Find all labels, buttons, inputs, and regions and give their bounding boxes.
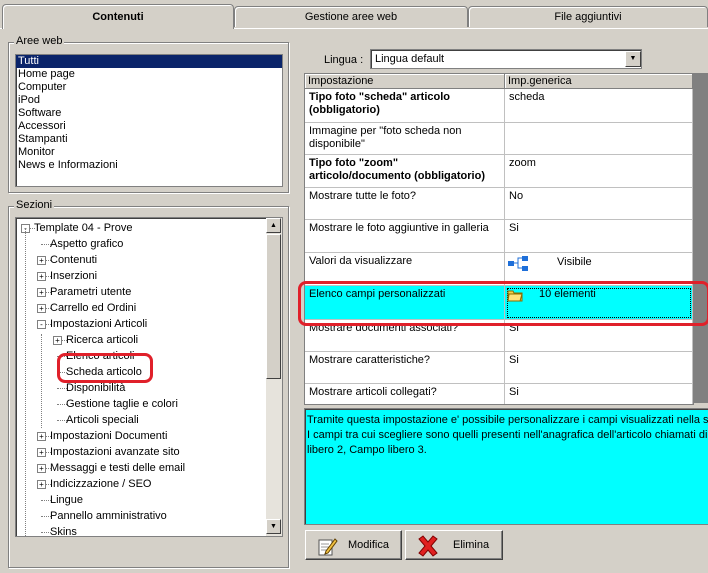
description-line: libero 2, Campo libero 3. [307,444,427,456]
scroll-down-button[interactable]: ▼ [266,519,281,534]
expand-icon[interactable]: + [37,304,46,313]
setting-name[interactable]: Valori da visualizzare [305,253,505,286]
setting-name[interactable]: Mostrare articoli collegati? [305,384,505,404]
column-header-imp-generica[interactable]: Imp.generica [505,74,693,89]
setting-value[interactable]: Visibile [505,253,693,286]
tree-item[interactable]: Lingue [50,492,83,508]
aree-web-item[interactable]: Home page [16,68,282,81]
lingua-select[interactable]: Lingua default ▼ [370,49,642,69]
tree-item[interactable]: Ricerca articoli [66,332,138,348]
expand-icon[interactable]: + [53,336,62,345]
sezioni-tree[interactable]: - Template 04 - Prove Aspetto grafico + Cont… [15,217,283,537]
tab-gestione-aree-web[interactable]: Gestione aree web [234,6,468,27]
aree-web-item[interactable]: Computer [16,81,282,94]
aree-web-item[interactable]: iPod [16,94,282,107]
expand-icon[interactable]: + [37,432,46,441]
lingua-value: Lingua default [375,53,445,65]
description-line: I campi tra cui scegliere sono quelli pr… [307,429,708,441]
scroll-up-button[interactable]: ▲ [266,218,281,233]
tree-item[interactable]: Template 04 - Prove [34,220,132,236]
aree-web-item[interactable]: Software [16,107,282,120]
tree-item[interactable]: Pannello amministrativo [50,508,167,524]
tree-connector [25,228,26,536]
aree-web-item[interactable]: News e Informazioni [16,159,282,172]
setting-value-text: Visibile [557,256,592,268]
tree-item[interactable]: Impostazioni Articoli [50,316,147,332]
modifica-label: Modifica [348,539,389,551]
expand-icon[interactable]: + [37,480,46,489]
expand-icon[interactable]: + [37,464,46,473]
setting-value[interactable]: Si [505,220,693,253]
setting-name[interactable]: Tipo foto "scheda" articolo (obbligatori… [305,89,505,123]
expand-icon[interactable]: + [37,448,46,457]
delete-icon [418,535,438,557]
setting-name[interactable]: Mostrare documenti associati? [305,320,505,352]
aree-web-item[interactable]: Stampanti [16,133,282,146]
setting-name[interactable]: Mostrare le foto aggiuntive in galleria [305,220,505,253]
tab-label: Gestione aree web [304,11,398,23]
edit-icon [318,538,338,556]
aree-web-item[interactable]: Tutti [16,55,282,68]
expand-icon[interactable]: + [37,256,46,265]
setting-value[interactable]: No [505,188,693,220]
setting-value[interactable]: Si [505,352,693,384]
tree-item[interactable]: Elenco articoli [66,348,134,364]
aree-web-item[interactable]: Monitor [16,146,282,159]
tree-item[interactable]: Scheda articolo [66,364,142,380]
sezioni-title: Sezioni [14,199,55,211]
setting-value[interactable]: zoom [505,155,693,188]
chevron-down-icon[interactable]: ▼ [625,51,641,67]
aree-web-item[interactable]: Accessori [16,120,282,133]
setting-value-text: 10 elementi [539,288,596,300]
setting-value[interactable]: Si [505,384,693,404]
tab-contenuti[interactable]: Contenuti [2,4,234,29]
tree-item[interactable]: Aspetto grafico [50,236,123,252]
tree-item[interactable]: Disponibilità [66,380,125,396]
tab-label: Contenuti [92,11,144,23]
aree-web-list[interactable]: Tutti Home page Computer iPod Software Access… [15,54,283,187]
tree-connector [41,334,42,428]
settings-grid[interactable]: Impostazione Imp.generica Tipo foto "sched… [304,73,694,405]
setting-value[interactable]: Si [505,320,693,352]
collapse-icon[interactable]: - [37,320,46,329]
lingua-label: Lingua : [324,54,364,66]
description-line: Tramite questa impostazione e' possibile… [307,414,708,426]
tree-item[interactable]: Impostazioni avanzate sito [50,444,180,460]
setting-value[interactable]: scheda [505,89,693,123]
setting-name[interactable]: Elenco campi personalizzati [305,286,505,320]
folder-icon [507,290,523,302]
tree-item[interactable]: Skins [50,524,77,536]
tree-item[interactable]: Carrello ed Ordini [50,300,136,316]
scroll-thumb[interactable] [266,234,281,379]
aree-web-title: Aree web [14,35,65,47]
setting-name[interactable]: Mostrare tutte le foto? [305,188,505,220]
setting-name[interactable]: Immagine per "foto scheda non disponibil… [305,123,505,155]
description-box: Tramite questa impostazione e' possibile… [304,408,708,525]
modifica-button[interactable]: Modifica [305,530,402,560]
setting-value[interactable]: 10 elementi [505,286,693,320]
expand-icon[interactable]: + [37,272,46,281]
tree-item[interactable]: Parametri utente [50,284,131,300]
grid-scroll-area [693,73,708,403]
tree-item[interactable]: Indicizzazione / SEO [50,476,152,492]
tree-item[interactable]: Contenuti [50,252,97,268]
tree-item[interactable]: Impostazioni Documenti [50,428,167,444]
setting-value[interactable] [505,123,693,155]
elimina-label: Elimina [453,539,490,551]
setting-name[interactable]: Tipo foto "zoom" articolo/documento (obb… [305,155,505,188]
expand-icon[interactable]: + [37,288,46,297]
column-header-impostazione[interactable]: Impostazione [305,74,505,89]
tree-item[interactable]: Articoli speciali [66,412,139,428]
hierarchy-icon [508,256,528,271]
tree-item[interactable]: Messaggi e testi delle email [50,460,185,476]
setting-name[interactable]: Mostrare caratteristiche? [305,352,505,384]
elimina-button[interactable]: Elimina [405,530,503,560]
tree-item[interactable]: Gestione taglie e colori [66,396,178,412]
tab-file-aggiuntivi[interactable]: File aggiuntivi [468,6,708,27]
tree-item[interactable]: Inserzioni [50,268,97,284]
tab-label: File aggiuntivi [554,11,622,23]
